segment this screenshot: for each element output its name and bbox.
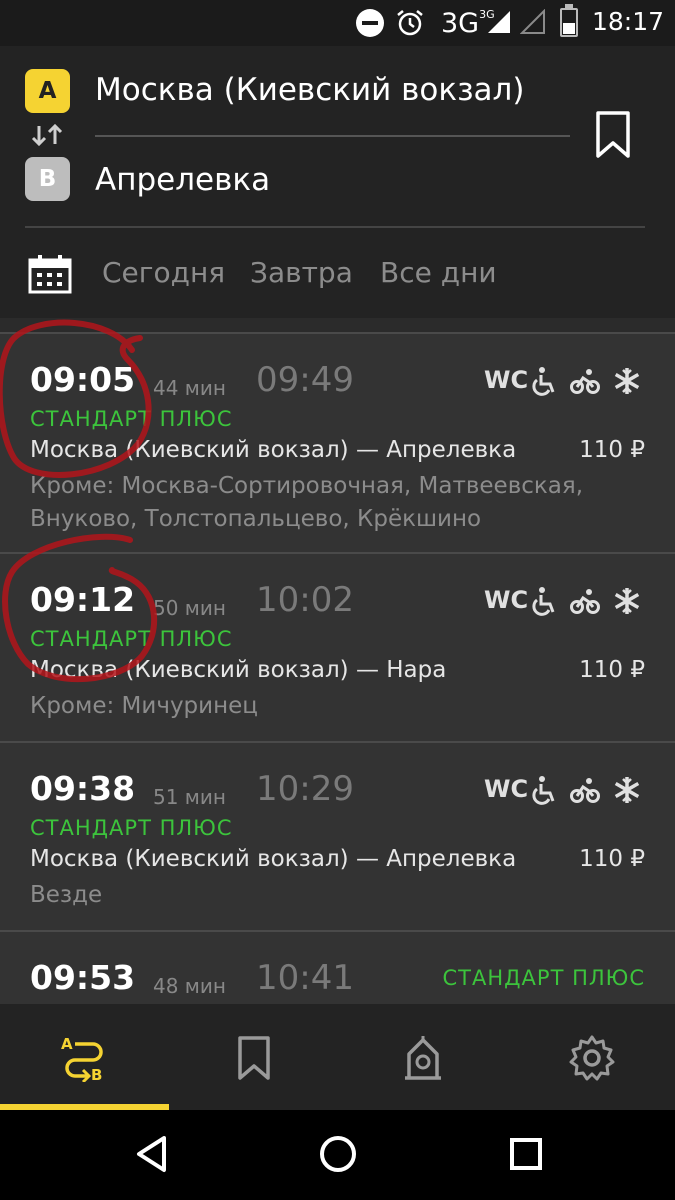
train-class: СТАНДАРТ ПЛЮС bbox=[30, 627, 233, 651]
wc-icon: WC bbox=[484, 775, 529, 803]
divider bbox=[95, 135, 570, 137]
station-icon bbox=[405, 1036, 441, 1080]
bicycle-icon bbox=[570, 589, 600, 614]
train-class: СТАНДАРТ ПЛЮС bbox=[30, 816, 233, 840]
bicycle-icon bbox=[570, 369, 600, 394]
divider bbox=[25, 226, 645, 228]
trip-route: Москва (Киевский вокзал) — Апрелевка bbox=[30, 437, 517, 463]
to-station-field[interactable]: Апрелевка bbox=[95, 162, 270, 198]
trip-row[interactable]: 09:38 51 мин 10:29 WC СТАНДАРТ ПЛЮС Моск… bbox=[0, 741, 675, 931]
trip-row[interactable]: 09:53 48 мин 10:41 СТАНДАРТ ПЛЮС bbox=[0, 930, 675, 1004]
back-icon[interactable] bbox=[134, 1134, 170, 1174]
duration: 48 мин bbox=[153, 974, 226, 998]
swap-direction-icon[interactable] bbox=[28, 122, 66, 148]
alarm-icon bbox=[397, 10, 423, 36]
wc-icon: WC bbox=[484, 366, 529, 394]
recents-icon[interactable] bbox=[508, 1134, 544, 1174]
trip-route: Москва (Киевский вокзал) — Нара bbox=[30, 657, 447, 683]
price: 110 ₽ bbox=[579, 657, 645, 683]
train-class: СТАНДАРТ ПЛЮС bbox=[30, 407, 233, 431]
battery-icon bbox=[560, 4, 578, 37]
nav-tab-stations[interactable] bbox=[338, 1004, 507, 1110]
signal-icon bbox=[488, 11, 510, 33]
arrival-time: 10:02 bbox=[256, 580, 354, 620]
bicycle-icon bbox=[570, 778, 600, 803]
departure-time: 09:53 bbox=[30, 958, 136, 997]
clock: 18:17 bbox=[592, 7, 665, 36]
to-badge: B bbox=[25, 157, 70, 201]
wheelchair-icon bbox=[532, 776, 555, 805]
departure-time: 09:05 bbox=[30, 360, 136, 399]
arrival-time: 10:41 bbox=[256, 958, 354, 998]
svg-text:A: A bbox=[61, 1035, 73, 1053]
trip-row[interactable]: 09:05 44 мин 09:49 WC СТАНДАРТ ПЛЮС Моск… bbox=[0, 332, 675, 554]
duration: 50 мин bbox=[153, 596, 226, 620]
trip-list: 09:05 44 мин 09:49 WC СТАНДАРТ ПЛЮС Моск… bbox=[0, 318, 675, 1004]
arrival-time: 10:29 bbox=[256, 769, 354, 809]
from-station-field[interactable]: Москва (Киевский вокзал) bbox=[95, 72, 524, 108]
wheelchair-icon bbox=[532, 587, 555, 616]
trip-route: Москва (Киевский вокзал) — Апрелевка bbox=[30, 846, 517, 872]
stops-info: Кроме: Москва-Сортировочная, Матвеевская… bbox=[30, 473, 584, 532]
trip-row[interactable]: 09:12 50 мин 10:02 WC СТАНДАРТ ПЛЮС Моск… bbox=[0, 552, 675, 742]
snowflake-icon bbox=[614, 588, 640, 614]
route-search-icon: A B bbox=[61, 1035, 103, 1082]
snowflake-icon bbox=[614, 777, 640, 803]
tab-all-days[interactable]: Все дни bbox=[380, 256, 497, 289]
nav-tab-bookmarks[interactable] bbox=[169, 1004, 338, 1110]
nav-tab-settings[interactable] bbox=[507, 1004, 675, 1110]
departure-time: 09:12 bbox=[30, 580, 136, 619]
stops-info: Везде bbox=[30, 882, 103, 908]
bookmark-icon[interactable] bbox=[590, 110, 636, 160]
wc-icon: WC bbox=[484, 586, 529, 614]
system-navigation-bar bbox=[0, 1110, 675, 1200]
snowflake-icon bbox=[614, 368, 640, 394]
duration: 44 мин bbox=[153, 376, 226, 400]
status-bar: 3G3G 18:17 bbox=[0, 0, 675, 46]
arrival-time: 09:49 bbox=[256, 360, 354, 400]
departure-time: 09:38 bbox=[30, 769, 136, 808]
wheelchair-icon bbox=[532, 367, 555, 396]
route-header: A B Москва (Киевский вокзал) Апрелевка С… bbox=[0, 46, 675, 318]
duration: 51 мин bbox=[153, 785, 226, 809]
home-icon[interactable] bbox=[318, 1134, 358, 1174]
stops-info: Кроме: Мичуринец bbox=[30, 693, 258, 719]
nav-tab-route-search[interactable]: A B bbox=[0, 1004, 169, 1110]
bottom-navigation: A B bbox=[0, 1004, 675, 1110]
svg-text:B: B bbox=[91, 1066, 102, 1082]
tab-tomorrow[interactable]: Завтра bbox=[250, 256, 353, 289]
tab-today[interactable]: Сегодня bbox=[102, 256, 225, 289]
price: 110 ₽ bbox=[579, 846, 645, 872]
gear-icon bbox=[569, 1035, 615, 1081]
calendar-icon[interactable] bbox=[28, 254, 72, 294]
signal-empty-icon bbox=[520, 9, 545, 34]
train-class: СТАНДАРТ ПЛЮС bbox=[442, 966, 645, 990]
bookmark-icon bbox=[238, 1036, 270, 1080]
from-badge: A bbox=[25, 69, 70, 113]
do-not-disturb-icon bbox=[356, 9, 384, 37]
price: 110 ₽ bbox=[579, 437, 645, 463]
